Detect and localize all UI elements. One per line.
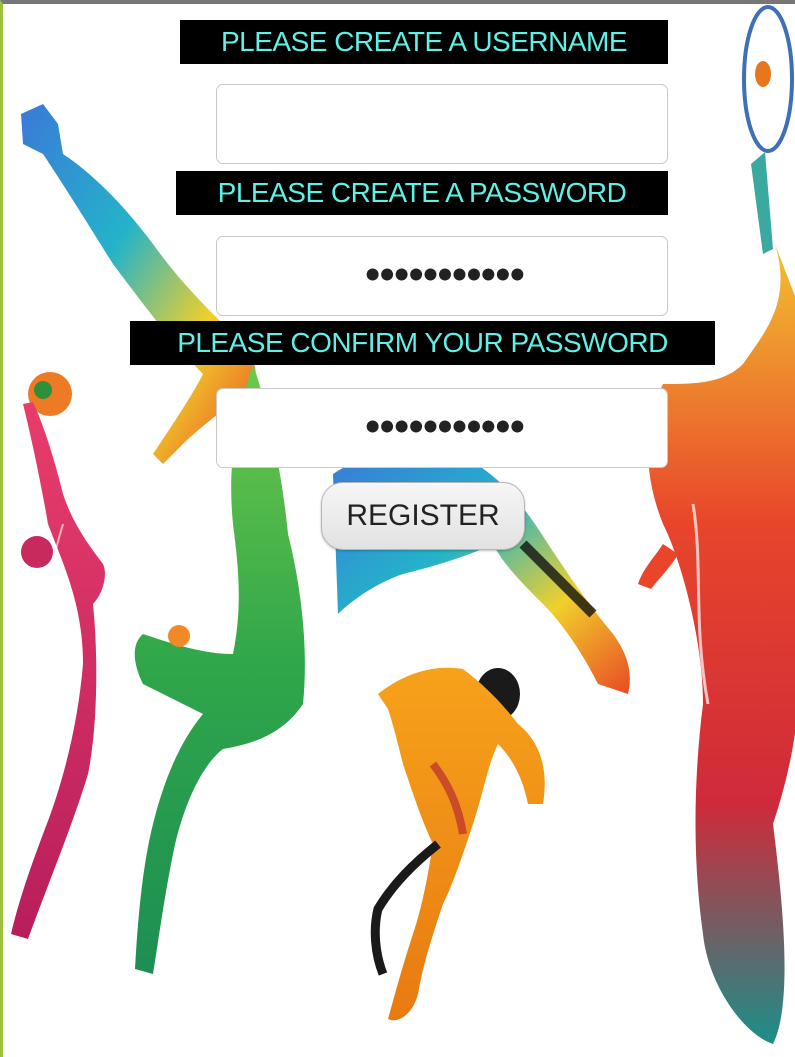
register-button[interactable]: REGISTER — [321, 482, 525, 550]
username-label: PLEASE CREATE A USERNAME — [180, 20, 668, 64]
password-label: PLEASE CREATE A PASSWORD — [176, 171, 668, 215]
password-input[interactable] — [216, 236, 668, 316]
confirm-password-label: PLEASE CONFIRM YOUR PASSWORD — [130, 321, 715, 365]
volleyball-player-figure — [11, 372, 105, 939]
registration-page: PLEASE CREATE A USERNAME PLEASE CREATE A… — [0, 0, 795, 1057]
sprinter-figure — [370, 667, 545, 1021]
confirm-password-input[interactable] — [216, 388, 668, 468]
username-input[interactable] — [216, 84, 668, 164]
